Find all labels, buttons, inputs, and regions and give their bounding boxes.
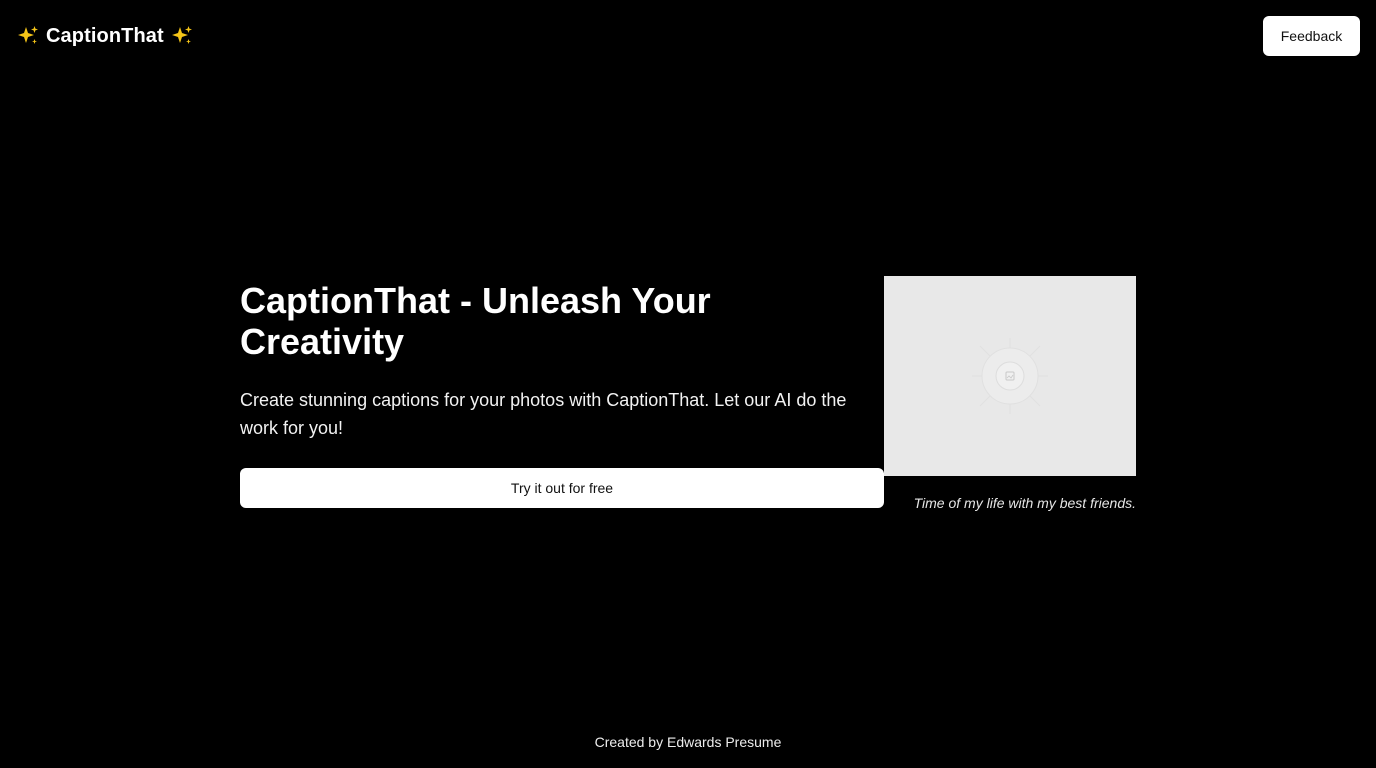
page: CaptionThat Feedback CaptionThat - Unlea… (0, 0, 1376, 768)
feedback-button[interactable]: Feedback (1263, 16, 1360, 56)
brand-logo[interactable]: CaptionThat (16, 22, 194, 50)
example-caption: Time of my life with my best friends. (913, 495, 1136, 511)
hero-title: CaptionThat - Unleash Your Creativity (240, 280, 711, 362)
footer-credit: Created by Edwards Presume (594, 734, 782, 750)
image-placeholder-icon (972, 338, 1048, 414)
example-image (884, 276, 1136, 476)
example-card: Time of my life with my best friends. (884, 276, 1136, 512)
try-it-free-button[interactable]: Try it out for free (240, 468, 884, 508)
brand-name: CaptionThat (46, 25, 164, 47)
hero-section: CaptionThat - Unleash Your Creativity Cr… (240, 280, 884, 508)
sparkles-icon (18, 26, 38, 44)
sparkles-icon (171, 26, 192, 44)
hero-description: Create stunning captions for your photos… (240, 390, 847, 438)
